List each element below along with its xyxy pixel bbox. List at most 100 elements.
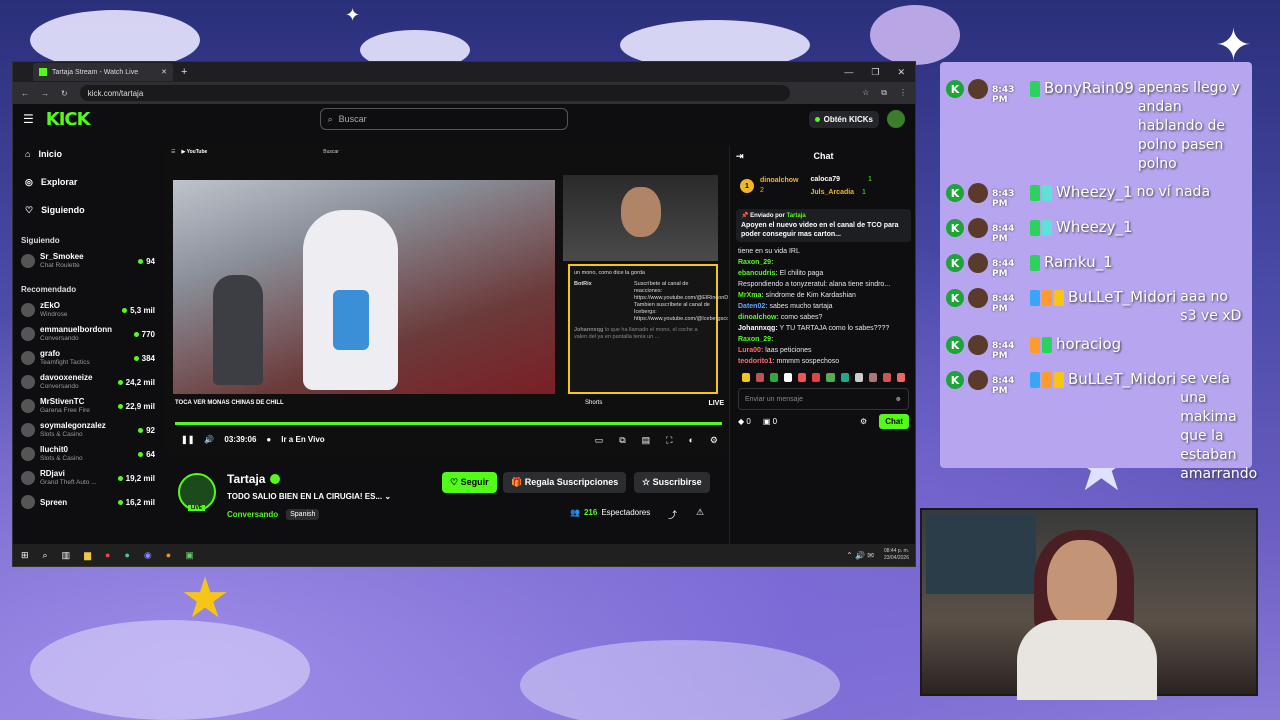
emote-icon[interactable] [784,373,793,382]
emote-icon[interactable] [742,373,751,382]
hamburger-menu-icon[interactable]: ☰ [23,112,34,126]
get-kicks-button[interactable]: Obtén KICKs [808,110,879,128]
new-tab-icon[interactable]: + [181,66,187,78]
kick-favicon-icon [39,68,47,76]
report-icon[interactable]: ⚠ [696,507,704,518]
sidebar: ⌂ Inicio ◎ Explorar ♡ Siguiendo Siguiendo S… [13,134,163,552]
emote-icon[interactable] [854,373,863,382]
kick-logo[interactable]: KICK [46,109,91,130]
minimize-icon[interactable]: — [844,67,853,78]
sidebar-channel[interactable]: MrStivenTC Garena Free Fire 22,9 mil [21,394,155,418]
extensions-icon[interactable]: ⧉ [881,88,887,98]
forward-icon[interactable]: → [41,89,49,98]
close-tab-icon[interactable]: ✕ [161,68,167,76]
gifter-name[interactable]: caloca79 [811,176,841,183]
pause-icon[interactable]: ❚❚ [181,435,194,444]
top-gifter-name[interactable]: dinoalchow [760,176,799,186]
user-avatar[interactable] [887,110,905,128]
nav-following[interactable]: ♡ Siguiendo [21,196,155,224]
search-input[interactable]: ⌕ Buscar [319,108,568,130]
language-tag[interactable]: Spanish [286,509,320,520]
emote-icon[interactable] [812,373,821,382]
chat-text: Respondiendo a tonyzeratul: alana tiene … [738,281,891,288]
firefox-icon[interactable]: ● [166,550,171,560]
go-live-button[interactable]: Ir a En Vivo [281,435,324,444]
chat-username[interactable]: teodorito1: [738,358,775,365]
chat-message-input[interactable]: Enviar un mensaje ☻ [738,388,909,410]
stream-category[interactable]: Conversando [227,510,278,519]
chat-username[interactable]: Raxon_29: [738,259,773,266]
url-field[interactable]: kick.com/tartaja [79,85,790,101]
chat-username[interactable]: Johannxqg: [738,325,778,332]
windows-start-icon[interactable]: ⊞ [21,550,29,561]
subscribe-button[interactable]: ☆ Suscribirse [634,472,710,493]
sidebar-channel[interactable]: lluchit0 Slots & Casino 64 [21,442,155,466]
search-icon[interactable]: ⌕ [43,550,48,561]
collapse-chat-icon[interactable]: ⇥ [736,151,744,162]
close-window-icon[interactable]: ✕ [897,67,905,78]
video-player[interactable]: ☰ ▶ YouTube Buscar un mono, como dice la… [165,145,728,455]
gift-subs-button[interactable]: 🎁 Regala Suscripciones [503,472,627,493]
streamer-name[interactable]: Tartaja [227,472,265,486]
emote-icon[interactable] [868,373,877,382]
overlay-timestamp: 8:44 PM [992,294,1015,314]
browser-tab[interactable]: Tartaja Stream - Watch Live ✕ [33,63,173,81]
chrome-icon[interactable]: ● [124,550,129,560]
fullscreen-icon[interactable]: ⛶ [666,435,672,446]
emote-icon[interactable] [840,373,849,382]
reload-icon[interactable]: ↻ [61,89,68,98]
subs-balance[interactable]: ▣ 0 [763,417,777,426]
task-view-icon[interactable]: ▥ [62,550,71,561]
system-tray-icons[interactable]: ⌃ 🔊 ✉ [846,551,874,559]
sidebar-channel[interactable]: RDjavi Grand Theft Auto ... 19,2 mil [21,466,155,490]
kicks-balance[interactable]: ◆ 0 [738,417,751,426]
chat-username[interactable]: Daten02: [738,303,768,310]
sidebar-channel[interactable]: grafo Teamfight Tactics 384 [21,346,155,370]
nav-home[interactable]: ⌂ Inicio [21,140,155,168]
maximize-icon[interactable]: ❐ [871,67,879,78]
follow-button[interactable]: ♡ Seguir [442,472,497,493]
menu-dots-icon[interactable]: ⋮ [899,88,907,98]
emote-icon[interactable] [826,373,835,382]
chat-username[interactable]: Raxon_29: [738,336,773,343]
share-icon[interactable]: ⤴ [668,508,677,521]
sidebar-channel[interactable]: zEkO Windrose 5,3 mil [21,298,155,322]
chat-username[interactable]: dinoalchow: [738,314,779,321]
settings-gear-icon[interactable]: ⚙ [710,435,718,446]
emote-icon[interactable] [798,373,807,382]
volume-icon[interactable]: 🔊 [204,435,214,444]
bookmark-star-icon[interactable]: ☆ [862,88,869,98]
stats-icon[interactable]: ◐ [688,435,693,446]
chrome-icon[interactable]: ● [105,550,110,560]
sidebar-channel[interactable]: emmanuelbordonn Conversando 770 [21,322,155,346]
sidebar-channel[interactable]: davooxeneize Conversando 24,2 mil [21,370,155,394]
chat-username[interactable]: MrXma: [738,292,764,299]
recommended-header: Recomendado [21,285,77,294]
nav-explore[interactable]: ◎ Explorar [21,168,155,196]
emoji-icon[interactable]: ☻ [895,396,902,403]
clip-icon[interactable]: ▤ [642,435,651,446]
back-icon[interactable]: ← [21,89,29,98]
send-chat-button[interactable]: Chat [879,414,909,429]
app-icon[interactable]: ▣ [185,550,194,561]
theater-icon[interactable]: ▭ [595,435,604,446]
sidebar-channel[interactable]: Spreen 16,2 mil [21,490,155,514]
pip-icon[interactable]: ⧉ [619,435,625,446]
emote-icon[interactable] [770,373,779,382]
sidebar-channel[interactable]: soymalegonzalez Slots & Casino 92 [21,418,155,442]
channel-category: Chat Roulette [40,262,80,269]
chat-username[interactable]: ebancudris: [738,270,778,277]
emote-icon[interactable] [756,373,765,382]
chevron-down-icon[interactable]: ⌄ [384,492,391,501]
gifter-name[interactable]: Juls_Arcadia [811,189,855,196]
channel-category: Garena Free Fire [40,407,90,414]
chat-settings-icon[interactable]: ⚙ [860,417,867,426]
emote-icon[interactable] [896,373,905,382]
file-explorer-icon[interactable]: ▆ [84,550,91,561]
emote-icon[interactable] [882,373,891,382]
progress-bar[interactable] [175,422,722,425]
sidebar-channel[interactable]: Sr_Smokee Chat Roulette 94 [21,249,155,273]
chat-username[interactable]: Lura00: [738,347,763,354]
obs-icon[interactable]: ◉ [144,550,152,561]
chat-badge-icon [1042,220,1052,236]
